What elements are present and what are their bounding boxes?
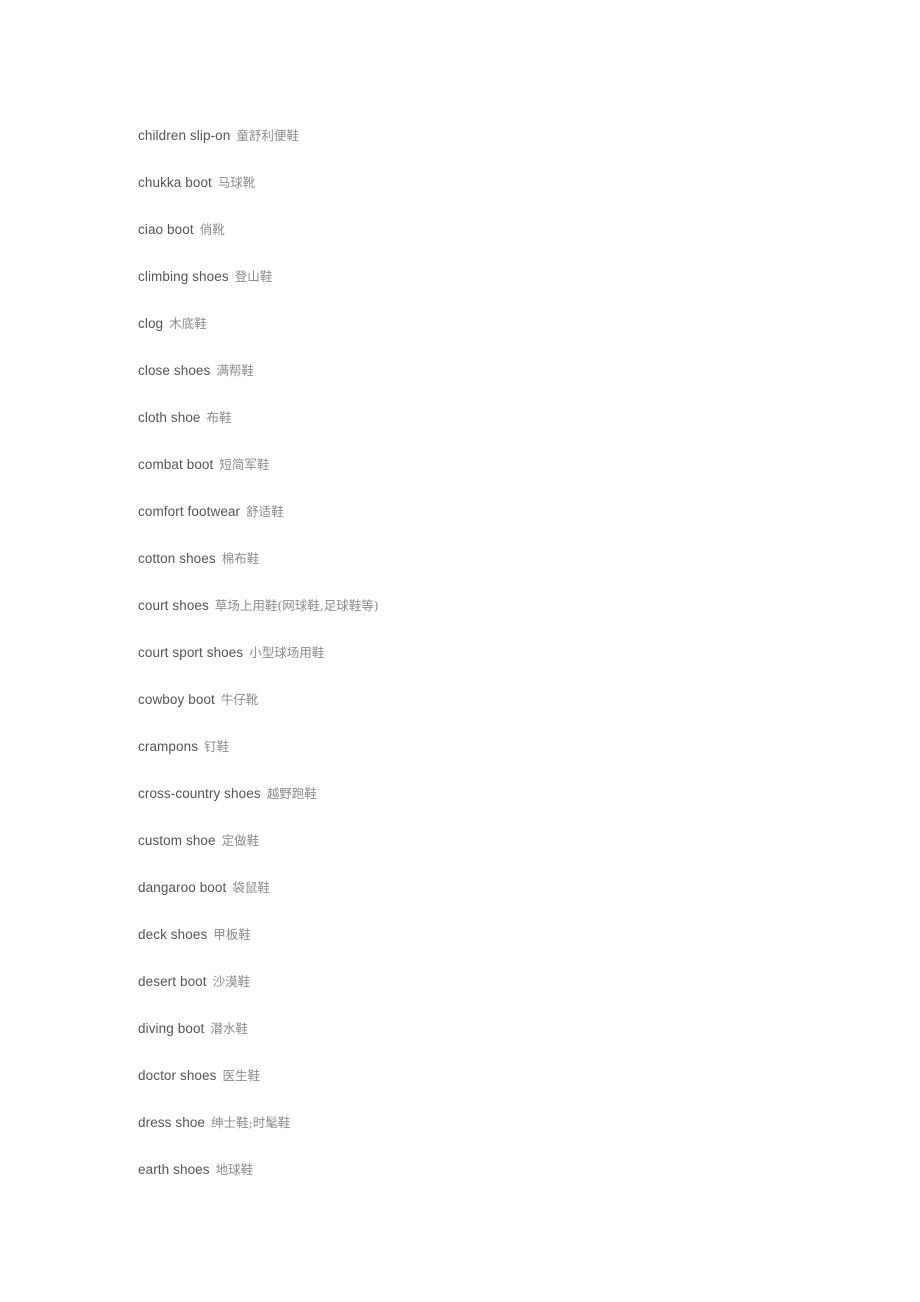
entry-term-english: comfort footwear: [138, 504, 241, 519]
entry-gloss-chinese: 甲板鞋: [213, 927, 251, 942]
entry-gloss-chinese: 小型球场用鞋: [249, 645, 325, 660]
entry-term-english: court sport shoes: [138, 645, 244, 660]
entry-term-english: cowboy boot: [138, 692, 215, 707]
entry-term-english: children slip-on: [138, 128, 231, 143]
document-page: children slip-on 童舒利便鞋 chukka boot 马球靴 ciao …: [0, 0, 920, 1302]
entry-gloss-chinese: 满帮鞋: [216, 363, 254, 378]
glossary-entry: cross-country shoes 越野跑鞋: [138, 770, 838, 817]
entry-gloss-chinese: 袋鼠鞋: [232, 880, 270, 895]
glossary-entry: clog 木底鞋: [138, 300, 838, 347]
entry-gloss-chinese: 草场上用鞋(网球鞋,足球鞋等): [214, 598, 379, 613]
glossary-entry: children slip-on 童舒利便鞋: [138, 112, 838, 159]
glossary-entry: climbing shoes 登山鞋: [138, 253, 838, 300]
entry-gloss-chinese: 绅士鞋;时髦鞋: [211, 1115, 291, 1130]
glossary-entry: doctor shoes 医生鞋: [138, 1052, 838, 1099]
entry-gloss-chinese: 钉鞋: [204, 739, 230, 754]
entry-term-english: chukka boot: [138, 175, 212, 190]
glossary-entry: earth shoes 地球鞋: [138, 1146, 838, 1193]
glossary-entry: comfort footwear 舒适鞋: [138, 488, 838, 535]
entry-gloss-chinese: 棉布鞋: [221, 551, 260, 566]
glossary-entry: dangaroo boot 袋鼠鞋: [138, 864, 838, 911]
glossary-entry: court sport shoes 小型球场用鞋: [138, 629, 838, 676]
glossary-entry: ciao boot 俏靴: [138, 206, 838, 253]
entry-term-english: close shoes: [138, 363, 211, 378]
glossary-entry: cowboy boot 牛仔靴: [138, 676, 838, 723]
glossary-entry: close shoes 满帮鞋: [138, 347, 838, 394]
entry-term-english: cross-country shoes: [138, 786, 261, 801]
entry-term-english: cloth shoe: [138, 410, 201, 425]
glossary-entry: court shoes 草场上用鞋(网球鞋,足球鞋等): [138, 582, 838, 629]
entry-gloss-chinese: 医生鞋: [222, 1068, 261, 1083]
entry-gloss-chinese: 潜水鞋: [210, 1021, 248, 1036]
glossary-entry: diving boot 潜水鞋: [138, 1005, 838, 1052]
entry-gloss-chinese: 越野跑鞋: [266, 786, 317, 801]
entry-term-english: climbing shoes: [138, 269, 229, 284]
entry-gloss-chinese: 布鞋: [206, 410, 232, 425]
entry-term-english: dress shoe: [138, 1115, 206, 1130]
entry-term-english: earth shoes: [138, 1162, 210, 1177]
entry-gloss-chinese: 定做鞋: [221, 833, 260, 848]
entry-term-english: clog: [138, 316, 164, 331]
entry-gloss-chinese: 短简军鞋: [219, 457, 270, 472]
entry-gloss-chinese: 登山鞋: [234, 269, 273, 284]
entry-term-english: crampons: [138, 739, 199, 754]
glossary-entry: crampons 钉鞋: [138, 723, 838, 770]
entry-gloss-chinese: 地球鞋: [215, 1162, 254, 1177]
entry-term-english: combat boot: [138, 457, 214, 472]
entry-gloss-chinese: 童舒利便鞋: [236, 128, 299, 143]
entry-gloss-chinese: 马球靴: [217, 175, 256, 190]
glossary-entry: dress shoe 绅士鞋;时髦鞋: [138, 1099, 838, 1146]
entry-term-english: custom shoe: [138, 833, 216, 848]
glossary-entry: custom shoe 定做鞋: [138, 817, 838, 864]
entry-term-english: court shoes: [138, 598, 209, 613]
entry-term-english: doctor shoes: [138, 1068, 217, 1083]
entry-gloss-chinese: 木底鞋: [169, 316, 207, 331]
entry-term-english: ciao boot: [138, 222, 194, 237]
glossary-entry: chukka boot 马球靴: [138, 159, 838, 206]
glossary-list: children slip-on 童舒利便鞋 chukka boot 马球靴 ciao …: [138, 112, 838, 1193]
glossary-entry: cloth shoe 布鞋: [138, 394, 838, 441]
glossary-entry: desert boot 沙漠鞋: [138, 958, 838, 1005]
entry-term-english: cotton shoes: [138, 551, 216, 566]
entry-gloss-chinese: 舒适鞋: [246, 504, 284, 519]
glossary-entry: combat boot 短简军鞋: [138, 441, 838, 488]
entry-gloss-chinese: 俏靴: [199, 222, 225, 237]
entry-term-english: desert boot: [138, 974, 207, 989]
glossary-entry: deck shoes 甲板鞋: [138, 911, 838, 958]
glossary-entry: cotton shoes 棉布鞋: [138, 535, 838, 582]
entry-term-english: diving boot: [138, 1021, 205, 1036]
entry-term-english: dangaroo boot: [138, 880, 227, 895]
entry-gloss-chinese: 牛仔靴: [220, 692, 259, 707]
entry-term-english: deck shoes: [138, 927, 208, 942]
entry-gloss-chinese: 沙漠鞋: [212, 974, 251, 989]
